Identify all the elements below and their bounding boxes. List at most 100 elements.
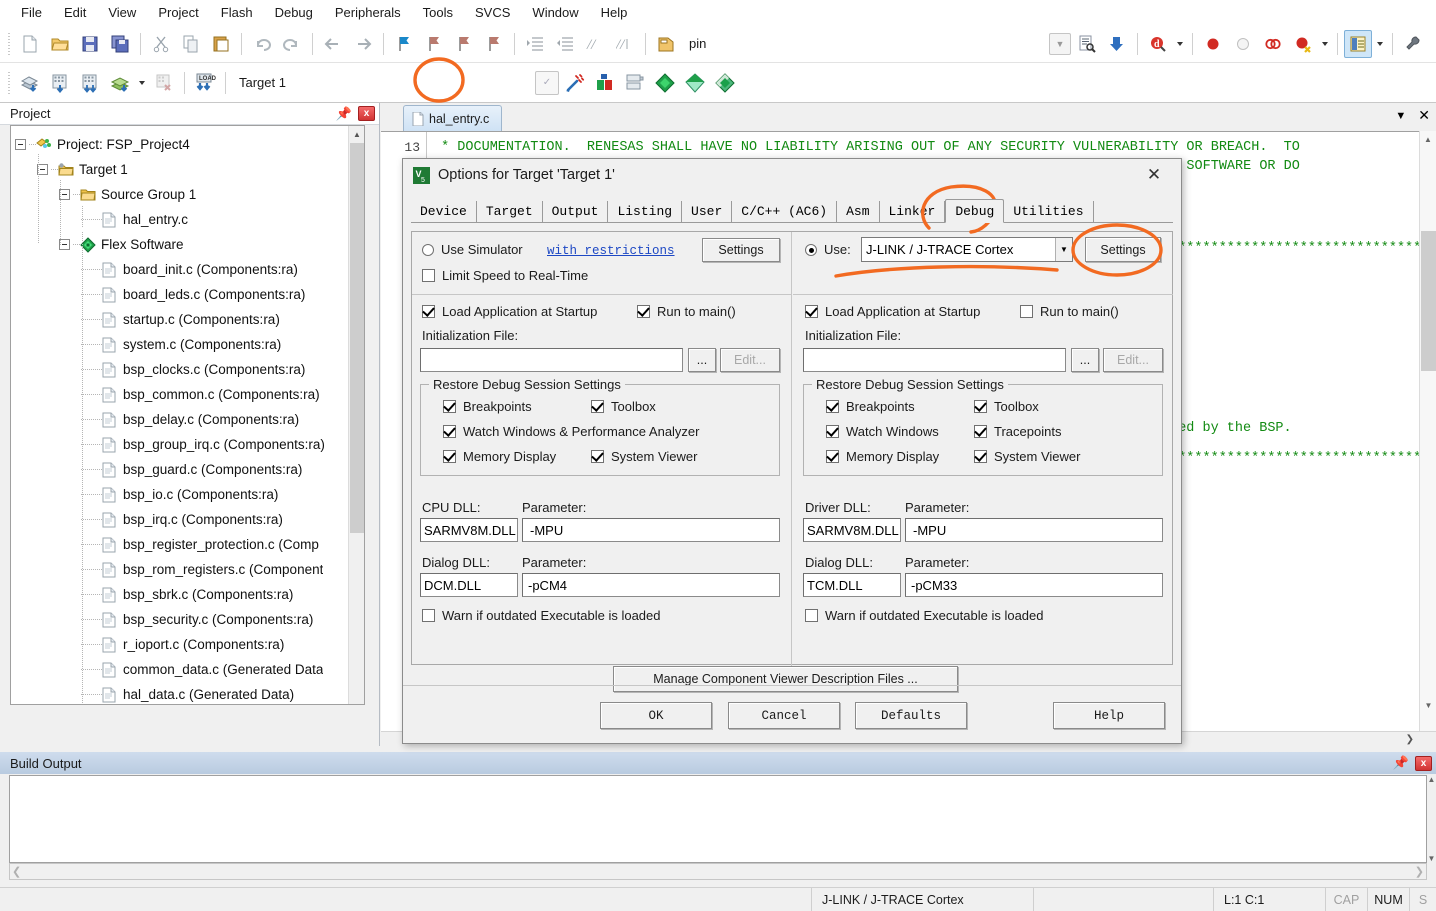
tree-item[interactable]: common_data.c (Generated Data: [11, 657, 351, 682]
sim-restore-system-viewer[interactable]: System Viewer: [591, 449, 697, 464]
debugger-settings-button[interactable]: Settings: [1085, 237, 1161, 262]
scroll-up-icon[interactable]: ▲: [1427, 775, 1436, 784]
pack-filter-icon[interactable]: [681, 69, 709, 97]
debug-search-dropdown-icon[interactable]: [1177, 41, 1183, 46]
simulator-settings-button[interactable]: Settings: [702, 238, 780, 262]
editor-tab-hal-entry[interactable]: hal_entry.c: [403, 105, 503, 131]
dialog-titlebar[interactable]: V 5 Options for Target 'Target 1' ✕: [403, 159, 1181, 191]
sim-restore-toolbox[interactable]: Toolbox: [591, 399, 656, 414]
menu-item-flash[interactable]: Flash: [210, 2, 264, 23]
driver-param-input[interactable]: -MPU: [905, 518, 1163, 542]
dropdown-icon[interactable]: ▼: [1049, 32, 1071, 55]
pin-icon[interactable]: 📌: [336, 106, 352, 122]
indent-icon[interactable]: [521, 30, 549, 58]
dbg-run-to-main-checkbox[interactable]: Run to main(): [1020, 304, 1119, 319]
debug-search-icon[interactable]: d: [1144, 30, 1172, 58]
dbg-browse-button[interactable]: ...: [1071, 348, 1099, 372]
save-icon[interactable]: [76, 30, 104, 58]
menu-item-project[interactable]: Project: [147, 2, 209, 23]
breakpoint-icon[interactable]: [1199, 30, 1227, 58]
navigate-back-icon[interactable]: [319, 30, 347, 58]
tree-item[interactable]: startup.c (Components:ra): [11, 307, 351, 332]
breakpoint-dropdown-icon[interactable]: [1322, 41, 1328, 46]
undo-icon[interactable]: [248, 30, 276, 58]
help-button[interactable]: Help: [1053, 702, 1165, 729]
batch-build-dropdown-icon[interactable]: [139, 80, 145, 85]
window-layout-dropdown-icon[interactable]: [1377, 41, 1383, 46]
menu-item-help[interactable]: Help: [590, 2, 639, 23]
build-toolbar-grip[interactable]: [6, 71, 12, 94]
dbg-load-app-checkbox[interactable]: Load Application at Startup: [805, 304, 980, 319]
menu-item-view[interactable]: View: [97, 2, 147, 23]
dialog-tab-utilities[interactable]: Utilities: [1004, 201, 1094, 222]
dbg-restore-watch-windows[interactable]: Watch Windows: [826, 424, 939, 439]
dbg-dialog-dll-input[interactable]: TCM.DLL: [803, 573, 901, 597]
vscroll-thumb[interactable]: [350, 143, 364, 533]
dbg-restore-toolbox[interactable]: Toolbox: [974, 399, 1039, 414]
tree-item[interactable]: bsp_delay.c (Components:ra): [11, 407, 351, 432]
pin-notebook-icon[interactable]: [652, 30, 680, 58]
scroll-right-icon[interactable]: ❯: [1406, 734, 1436, 745]
dialog-tab-target[interactable]: Target: [476, 201, 543, 222]
cpu-dll-input[interactable]: SARMV8M.DLL: [420, 518, 518, 542]
tree-item[interactable]: Target 1: [11, 157, 351, 182]
use-simulator-radio[interactable]: Use Simulator: [422, 242, 523, 257]
ok-button[interactable]: OK: [600, 702, 712, 729]
sim-restore-watch-windows[interactable]: Watch Windows & Performance Analyzer: [443, 424, 700, 439]
window-layout-icon[interactable]: [1344, 29, 1372, 58]
dialog-tab-linker[interactable]: Linker: [879, 201, 946, 222]
defaults-button[interactable]: Defaults: [855, 702, 967, 729]
menu-item-peripherals[interactable]: Peripherals: [324, 2, 412, 23]
sim-dialog-param-input[interactable]: -pCM4: [522, 573, 780, 597]
new-file-icon[interactable]: [16, 30, 44, 58]
batch-build-icon[interactable]: [106, 69, 134, 97]
manage-runtime-icon[interactable]: [591, 69, 619, 97]
sim-restore-memory-display[interactable]: Memory Display: [443, 449, 556, 464]
comment-icon[interactable]: //: [581, 30, 609, 58]
tree-item[interactable]: bsp_sbrk.c (Components:ra): [11, 582, 351, 607]
dbg-dialog-param-input[interactable]: -pCM33: [905, 573, 1163, 597]
tree-item[interactable]: bsp_guard.c (Components:ra): [11, 457, 351, 482]
pack-manager-icon[interactable]: [711, 69, 739, 97]
tree-item[interactable]: hal_data.c (Generated Data): [11, 682, 351, 704]
tree-item[interactable]: bsp_security.c (Components:ra): [11, 607, 351, 632]
build-output-text[interactable]: [9, 775, 1427, 863]
find-in-files-icon[interactable]: [1073, 30, 1101, 58]
configure-icon[interactable]: [1399, 30, 1427, 58]
tree-item[interactable]: r_ioport.c (Components:ra): [11, 632, 351, 657]
outdent-icon[interactable]: [551, 30, 579, 58]
dialog-tab-c-c-ac6[interactable]: C/C++ (AC6): [732, 201, 838, 222]
sim-warn-outdated-checkbox[interactable]: Warn if outdated Executable is loaded: [422, 608, 661, 623]
build-icon[interactable]: [46, 69, 74, 97]
tree-item[interactable]: hal_entry.c: [11, 207, 351, 232]
driver-dll-input[interactable]: SARMV8M.DLL: [803, 518, 901, 542]
tree-item[interactable]: bsp_common.c (Components:ra): [11, 382, 351, 407]
use-debugger-radio[interactable]: Use:: [805, 242, 851, 257]
tree-item[interactable]: bsp_irq.c (Components:ra): [11, 507, 351, 532]
cancel-button[interactable]: Cancel: [728, 702, 840, 729]
tree-item[interactable]: bsp_clocks.c (Components:ra): [11, 357, 351, 382]
redo-icon[interactable]: [278, 30, 306, 58]
tree-item[interactable]: bsp_rom_registers.c (Component: [11, 557, 351, 582]
breakpoint-kill-icon[interactable]: [1289, 30, 1317, 58]
dialog-tab-listing[interactable]: Listing: [608, 201, 683, 222]
scroll-up-icon[interactable]: ▲: [349, 126, 364, 142]
bookmark-prev-icon[interactable]: [420, 30, 448, 58]
dbg-restore-system-viewer[interactable]: System Viewer: [974, 449, 1080, 464]
menu-item-svcs[interactable]: SVCS: [464, 2, 521, 23]
menu-item-tools[interactable]: Tools: [412, 2, 464, 23]
cpu-param-input[interactable]: -MPU: [522, 518, 780, 542]
tree-item[interactable]: bsp_group_irq.c (Components:ra): [11, 432, 351, 457]
close-icon[interactable]: ✕: [1418, 107, 1430, 124]
close-icon[interactable]: x: [1415, 755, 1432, 771]
dbg-restore-breakpoints[interactable]: Breakpoints: [826, 399, 915, 414]
dbg-restore-memory-display[interactable]: Memory Display: [826, 449, 939, 464]
close-icon[interactable]: ✕: [1133, 161, 1175, 189]
build-output-hscrollbar[interactable]: ❮ ❯: [9, 863, 1427, 880]
navigate-forward-icon[interactable]: [349, 30, 377, 58]
editor-vscroll-thumb[interactable]: [1421, 231, 1436, 371]
bookmark-toggle-icon[interactable]: [390, 30, 418, 58]
menu-item-file[interactable]: File: [10, 2, 53, 23]
breakpoint-disabled-icon[interactable]: [1229, 30, 1257, 58]
scroll-right-icon[interactable]: ❯: [1415, 865, 1424, 878]
